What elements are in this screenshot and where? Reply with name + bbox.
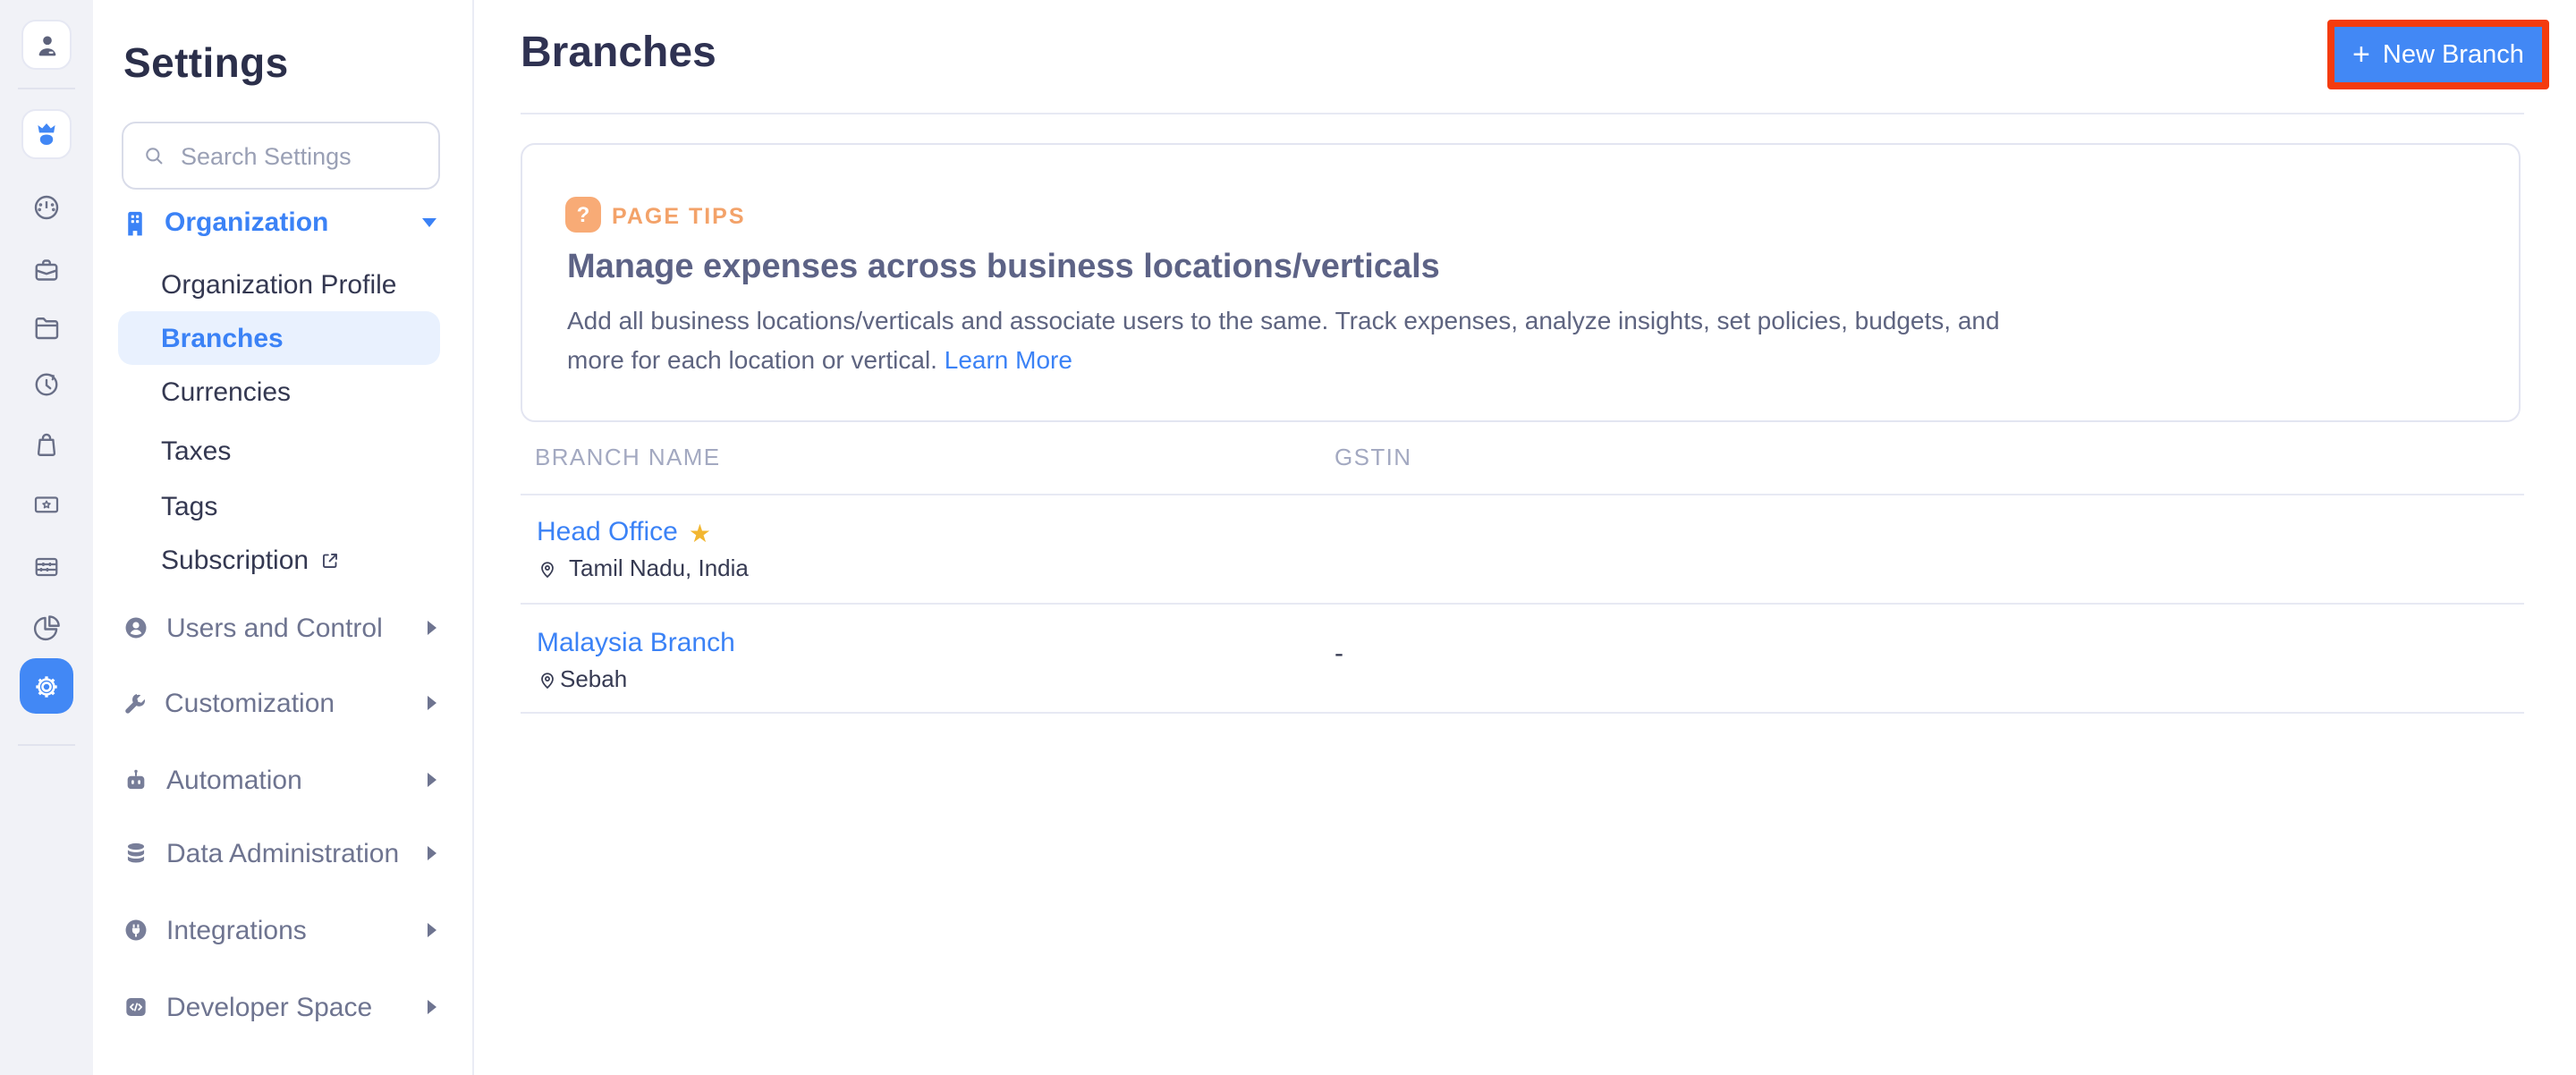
table-row-divider	[521, 712, 2524, 714]
location-pin-icon	[537, 668, 558, 690]
sidebar-item-label: Organization Profile	[161, 269, 396, 300]
gstin-value: -	[1335, 639, 1343, 669]
sidebar-item-taxes[interactable]: Taxes	[161, 429, 231, 472]
new-branch-button[interactable]: + New Branch	[2327, 20, 2549, 89]
sidebar-title: Settings	[123, 39, 289, 88]
table-row: Head Office ★ Tamil Nadu, India	[521, 495, 2524, 603]
learn-more-link[interactable]: Learn More	[945, 345, 1072, 374]
sidebar-section-label: Data Administration	[166, 838, 399, 868]
analytics-pie-icon[interactable]	[30, 612, 63, 644]
trips-briefcase-icon[interactable]	[30, 254, 63, 286]
chevron-right-icon	[428, 621, 436, 635]
app: Settings Organization	[0, 0, 2576, 1075]
purchases-bag-icon[interactable]	[30, 427, 63, 460]
history-clock-icon[interactable]	[30, 368, 63, 401]
admin-crown-icon	[30, 118, 63, 150]
chevron-right-icon	[428, 773, 436, 787]
chevron-right-icon	[428, 696, 436, 710]
wrench-icon	[122, 690, 148, 716]
sidebar-item-label: Taxes	[161, 436, 231, 466]
page-tips-body: Add all business locations/verticals and…	[567, 300, 2000, 379]
page-tips-card: ? PAGE TIPS Manage expenses across busin…	[521, 143, 2521, 422]
organization-building-icon	[122, 207, 148, 237]
primary-branch-star-icon: ★	[689, 520, 711, 545]
chevron-right-icon	[428, 923, 436, 937]
sidebar-section-label: Automation	[166, 765, 302, 795]
sidebar-item-label: Branches	[161, 323, 284, 353]
branch-location: Tamil Nadu, India	[569, 554, 749, 581]
database-icon	[122, 839, 150, 868]
settings-gear-icon	[30, 670, 63, 702]
page-tips-heading: Manage expenses across business location…	[567, 249, 1440, 288]
sidebar-section-label: Users and Control	[166, 613, 383, 643]
sidebar-section-customization[interactable]: Customization	[122, 681, 436, 724]
chevron-right-icon	[428, 1000, 436, 1014]
rail-divider-bottom	[18, 744, 75, 746]
folder-icon[interactable]	[30, 311, 63, 343]
search-settings-box[interactable]	[122, 122, 440, 190]
sidebar-section-data-administration[interactable]: Data Administration	[122, 832, 436, 875]
question-mark-icon: ?	[565, 197, 601, 233]
dashboard-icon[interactable]	[30, 191, 63, 224]
branch-link-head-office[interactable]: Head Office	[537, 517, 678, 547]
page-tips-label: PAGE TIPS	[612, 204, 746, 229]
user-icon	[31, 30, 62, 60]
search-icon	[141, 143, 166, 168]
sidebar-item-tags[interactable]: Tags	[161, 485, 217, 528]
new-branch-button-label: New Branch	[2383, 40, 2524, 69]
table-row: Malaysia Branch Sebah -	[521, 605, 2524, 712]
sidebar-section-developer-space[interactable]: Developer Space	[122, 986, 436, 1028]
user-avatar-button[interactable]	[21, 20, 72, 70]
app-icon-rail	[0, 0, 93, 1075]
robot-icon	[122, 766, 150, 794]
header-divider	[521, 113, 2524, 114]
chevron-down-icon	[422, 217, 436, 226]
sidebar-section-label: Customization	[165, 688, 335, 718]
rail-divider-top	[18, 88, 75, 89]
branch-link-malaysia-branch[interactable]: Malaysia Branch	[537, 628, 735, 658]
sidebar-item-label: Currencies	[161, 377, 291, 407]
page-tips-body-line2: more for each location or vertical.	[567, 345, 937, 374]
search-settings-input[interactable]	[181, 142, 413, 169]
column-header-branch-name: BRANCH NAME	[535, 444, 721, 470]
settings-sidebar: Settings Organization	[93, 0, 474, 1075]
sidebar-section-label: Organization	[165, 207, 328, 237]
admin-view-button[interactable]	[21, 109, 72, 159]
sidebar-item-branches-active[interactable]: Branches	[118, 311, 440, 365]
code-icon	[122, 993, 150, 1021]
external-link-icon	[318, 548, 341, 571]
settings-nav-button-active[interactable]	[20, 658, 73, 714]
sidebar-item-subscription[interactable]: Subscription	[161, 538, 341, 581]
sidebar-section-users-and-control[interactable]: Users and Control	[122, 606, 436, 649]
sidebar-section-integrations[interactable]: Integrations	[122, 909, 436, 952]
sidebar-section-automation[interactable]: Automation	[122, 758, 436, 801]
branch-location: Sebah	[560, 665, 627, 692]
corporate-card-icon[interactable]	[30, 488, 63, 521]
plug-icon	[122, 916, 150, 944]
chevron-right-icon	[428, 846, 436, 860]
plus-icon: +	[2352, 38, 2370, 69]
location-pin-icon	[537, 557, 558, 579]
sidebar-item-label: Tags	[161, 491, 217, 521]
budgets-calculator-icon[interactable]	[30, 551, 63, 583]
page-title: Branches	[521, 29, 716, 79]
users-icon	[122, 614, 150, 642]
sidebar-item-label: Subscription	[161, 545, 309, 575]
sidebar-section-label: Developer Space	[166, 992, 372, 1022]
sidebar-section-organization[interactable]: Organization	[122, 200, 436, 243]
column-header-gstin: GSTIN	[1335, 444, 1411, 470]
page-tips-body-line1: Add all business locations/verticals and…	[567, 306, 2000, 334]
sidebar-item-organization-profile[interactable]: Organization Profile	[161, 263, 396, 306]
sidebar-item-currencies[interactable]: Currencies	[161, 370, 291, 413]
sidebar-section-label: Integrations	[166, 915, 307, 945]
